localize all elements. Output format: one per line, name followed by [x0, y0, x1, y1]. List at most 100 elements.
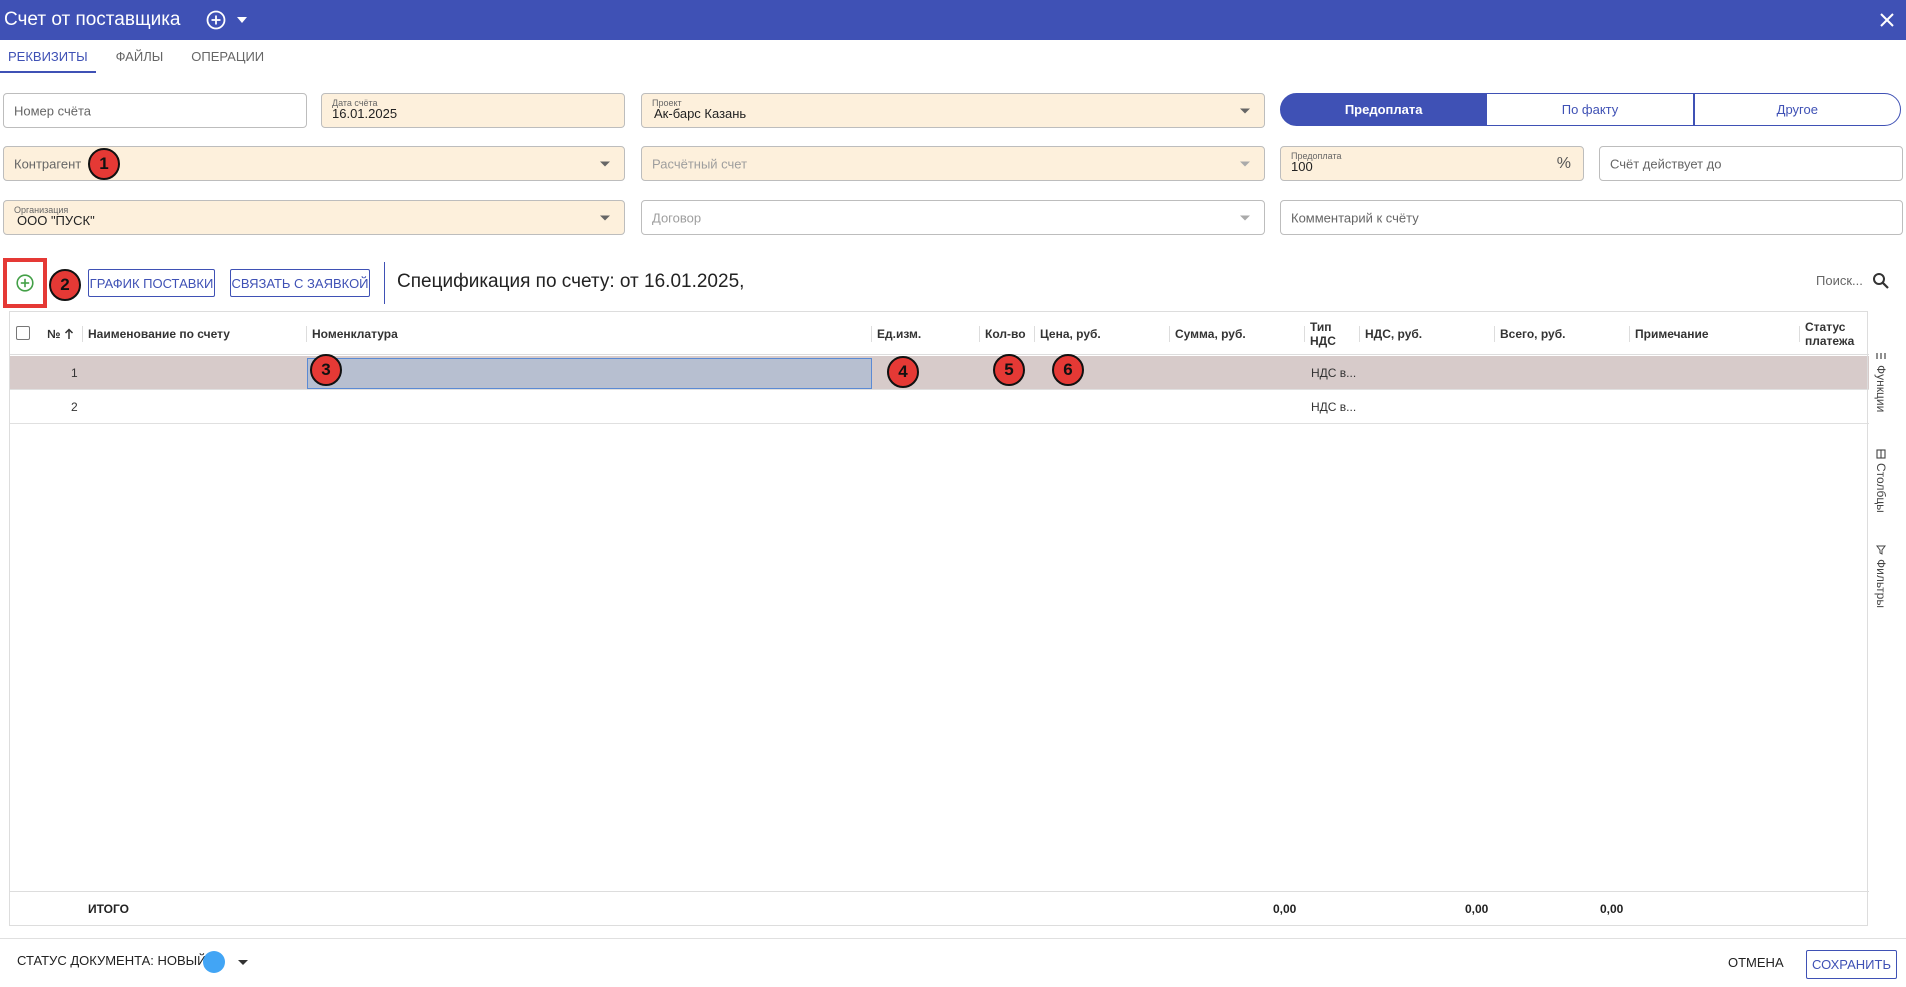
menu-icon [1876, 353, 1886, 359]
annotation-marker-2: 2 [49, 269, 81, 301]
col-payment-status-line2: платежа [1805, 333, 1855, 348]
col-vat-type-line1: Тип [1310, 319, 1332, 334]
col-unit[interactable]: Ед.изм. [871, 312, 980, 355]
search-input[interactable]: Поиск... [1816, 273, 1863, 288]
col-name-on-invoice[interactable]: Наименование по счету [82, 312, 307, 355]
toolbar-divider [384, 262, 385, 304]
account-select[interactable]: Расчётный счет [641, 146, 1265, 181]
col-payment-status-line1: Статус [1805, 319, 1846, 334]
add-circle-icon[interactable] [205, 9, 227, 31]
col-nomenclature[interactable]: Номенклатура [306, 312, 872, 355]
side-columns-tab[interactable]: Столбцы [1874, 449, 1888, 513]
contract-placeholder: Договор [652, 210, 702, 225]
document-status-label: СТАТУС ДОКУМЕНТА: НОВЫЙ [17, 953, 207, 968]
comment-placeholder: Комментарий к счёту [1291, 210, 1419, 225]
contract-select[interactable]: Договор [641, 200, 1265, 235]
select-all-checkbox[interactable] [16, 326, 30, 340]
payment-on-fact-button[interactable]: По факту [1487, 93, 1694, 126]
annotation-marker-3: 3 [310, 354, 342, 386]
payment-other-button[interactable]: Другое [1693, 93, 1901, 126]
dropdown-arrow-icon [600, 161, 610, 166]
col-payment-status[interactable]: Статус платежа [1799, 312, 1869, 355]
col-num[interactable]: № [41, 312, 86, 355]
valid-until-field[interactable]: Счёт действует до [1599, 146, 1903, 181]
payment-type-toggle: Предоплата По факту Другое [1280, 93, 1901, 126]
annotation-marker-5: 5 [993, 354, 1025, 386]
row-vat-type[interactable]: НДС в... [1311, 356, 1356, 390]
side-functions-label: Функции [1874, 365, 1888, 413]
invoice-date-value: 16.01.2025 [332, 106, 398, 121]
tab-bar: РЕКВИЗИТЫ ФАЙЛЫ ОПЕРАЦИИ [0, 40, 272, 73]
side-filters-tab[interactable]: Фильтры [1874, 545, 1888, 608]
dropdown-arrow-icon [1240, 108, 1250, 113]
dropdown-arrow-icon [1240, 161, 1250, 166]
payment-prepay-button[interactable]: Предоплата [1280, 93, 1488, 126]
row-vat-type[interactable]: НДС в... [1311, 390, 1356, 424]
window-title: Счет от поставщика [4, 9, 181, 30]
dropdown-arrow-icon [600, 215, 610, 220]
tab-files[interactable]: ФАЙЛЫ [108, 40, 172, 73]
title-bar: Счет от поставщика [0, 0, 1906, 40]
col-qty[interactable]: Кол-во [979, 312, 1035, 355]
footer-sum: 0,00 [1273, 902, 1297, 916]
status-indicator-dot [203, 951, 225, 973]
save-button[interactable]: СОХРАНИТЬ [1806, 950, 1897, 979]
annotation-marker-4: 4 [887, 356, 919, 388]
invoice-date-field[interactable]: Дата счёта 16.01.2025 [321, 93, 625, 128]
tab-requisites[interactable]: РЕКВИЗИТЫ [0, 40, 96, 73]
chevron-down-icon[interactable] [238, 960, 248, 965]
chevron-down-icon[interactable] [235, 13, 249, 27]
grid-footer-totals: ИТОГО 0,00 0,00 0,00 [10, 891, 1869, 925]
table-row[interactable]: 1 НДС в... [10, 356, 1869, 390]
account-placeholder: Расчётный счет [652, 156, 748, 171]
valid-until-placeholder: Счёт действует до [1610, 156, 1722, 171]
row-num: 1 [71, 366, 78, 380]
organization-select[interactable]: Организация ООО "ПУСК" [3, 200, 625, 235]
col-price[interactable]: Цена, руб. [1034, 312, 1170, 355]
sort-arrow-up-icon [65, 327, 74, 339]
invoice-number-placeholder: Номер счёта [14, 103, 92, 118]
columns-icon [1876, 449, 1886, 459]
add-row-button[interactable] [3, 258, 47, 308]
grid-side-panel: Функции Столбцы Фильтры [1867, 311, 1900, 926]
table-row[interactable]: 2 НДС в... [10, 390, 1869, 424]
search-icon[interactable] [1872, 272, 1890, 290]
col-note[interactable]: Примечание [1629, 312, 1800, 355]
side-functions-tab[interactable]: Функции [1874, 351, 1888, 412]
filter-icon [1876, 545, 1886, 555]
add-circle-icon [16, 274, 34, 292]
status-bar: СТАТУС ДОКУМЕНТА: НОВЫЙ ОТМЕНА СОХРАНИТЬ [0, 938, 1906, 987]
invoice-number-field[interactable]: Номер счёта [3, 93, 307, 128]
delivery-schedule-button[interactable]: ГРАФИК ПОСТАВКИ [88, 269, 215, 297]
organization-value: ООО "ПУСК" [17, 213, 95, 228]
prepayment-value: 100 [1291, 159, 1313, 174]
side-columns-label: Столбцы [1874, 463, 1888, 513]
prepayment-percent-field[interactable]: Предоплата 100 % [1280, 146, 1584, 181]
spec-title: Спецификация по счету: от 16.01.2025, [397, 271, 745, 292]
tab-operations[interactable]: ОПЕРАЦИИ [183, 40, 272, 73]
col-vat-type[interactable]: Тип НДС [1304, 312, 1360, 355]
nomenclature-cell-active[interactable] [307, 358, 872, 389]
col-num-label: № [47, 326, 61, 341]
footer-vat: 0,00 [1465, 902, 1489, 916]
col-total[interactable]: Всего, руб. [1494, 312, 1630, 355]
link-request-button[interactable]: СВЯЗАТЬ С ЗАЯВКОЙ [230, 269, 370, 297]
footer-total: 0,00 [1600, 902, 1624, 916]
col-sum[interactable]: Сумма, руб. [1169, 312, 1305, 355]
counterparty-placeholder: Контрагент [14, 156, 82, 171]
comment-field[interactable]: Комментарий к счёту [1280, 200, 1903, 235]
dropdown-arrow-icon [1240, 215, 1250, 220]
close-icon[interactable] [1876, 9, 1898, 31]
project-value: Ак-барс Казань [654, 106, 747, 121]
spec-grid: № Наименование по счету Номенклатура Ед.… [9, 311, 1869, 926]
annotation-marker-1: 1 [88, 148, 120, 180]
project-select[interactable]: Проект Ак-барс Казань [641, 93, 1265, 128]
cancel-button[interactable]: ОТМЕНА [1728, 955, 1784, 970]
col-vat[interactable]: НДС, руб. [1359, 312, 1495, 355]
percent-icon: % [1556, 154, 1571, 172]
annotation-marker-6: 6 [1052, 354, 1084, 386]
footer-total-label: ИТОГО [88, 902, 129, 916]
grid-header: № Наименование по счету Номенклатура Ед.… [10, 312, 1869, 355]
row-num: 2 [71, 400, 78, 414]
col-vat-type-line2: НДС [1310, 333, 1336, 348]
